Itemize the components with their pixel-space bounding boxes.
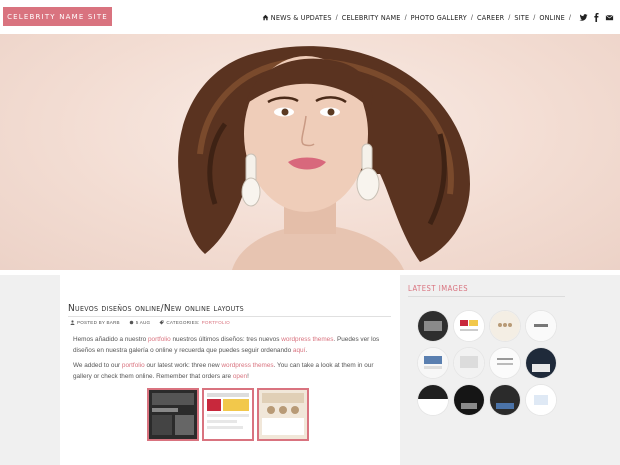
category-link[interactable]: PORTFOLIO — [202, 320, 230, 325]
categories-label: CATEGORIES: — [166, 320, 200, 325]
nav-separator: / — [404, 12, 407, 22]
para2-text-2: our latest work: three new — [144, 362, 222, 369]
email-icon[interactable] — [605, 13, 614, 22]
top-navigation-bar: CELEBRITY NAME SITE NEWS & UPDATES / CEL… — [0, 0, 620, 34]
layout-thumbnail-beige[interactable] — [257, 388, 309, 441]
thumb-beige-layout — [490, 311, 520, 341]
para2-text-4: ! — [247, 373, 249, 381]
orders-open-link[interactable]: open — [233, 373, 247, 380]
home-icon — [262, 14, 269, 20]
twitter-icon[interactable] — [579, 13, 588, 22]
para1-text-1: Hemos añadido a nuestro — [73, 336, 148, 343]
para1-text-4: . — [305, 347, 308, 355]
layout-thumbnails — [147, 388, 312, 441]
clock-icon — [129, 320, 134, 325]
site-logo[interactable]: CELEBRITY NAME SITE — [3, 7, 112, 26]
latest-image-thumb[interactable] — [526, 385, 556, 415]
latest-image-thumb[interactable] — [490, 385, 520, 415]
para2-text-1: We added to our — [73, 362, 122, 369]
post-date-text: 5 AUG — [135, 320, 151, 325]
post-date: 5 AUG — [129, 320, 151, 325]
wordpress-themes-link[interactable]: wordpress themes — [281, 336, 333, 343]
layout-thumbnail-red[interactable] — [202, 388, 254, 441]
sidebar-divider — [408, 296, 565, 297]
latest-image-thumb[interactable] — [490, 348, 520, 378]
latest-image-thumb[interactable] — [418, 311, 448, 341]
portfolio-link[interactable]: portfolio — [122, 362, 145, 369]
latest-image-thumb[interactable] — [418, 385, 448, 415]
para1-text-2: nuestros últimos diseños: tres nuevos — [170, 336, 282, 343]
thumbnail-preview-red — [207, 393, 249, 429]
nav-separator: / — [470, 12, 473, 22]
latest-image-thumb[interactable] — [526, 311, 556, 341]
thumb-dark-blue-layout — [490, 385, 520, 415]
nav-celebrity-name[interactable]: CELEBRITY NAME — [342, 13, 401, 22]
nav-site[interactable]: SITE — [514, 13, 529, 22]
thumbnail-preview-dark — [152, 393, 194, 435]
post-categories: CATEGORIES: PORTFOLIO — [159, 320, 230, 325]
title-divider — [68, 316, 391, 317]
wordpress-themes-link[interactable]: wordpress themes — [221, 362, 273, 369]
latest-image-thumb[interactable] — [454, 385, 484, 415]
hero-portrait-illustration — [178, 46, 471, 270]
latest-images-heading: LATEST IMAGES — [408, 284, 469, 293]
post-title[interactable]: Nuevos diseños online/New online layouts — [68, 303, 244, 314]
latest-image-thumb[interactable] — [490, 311, 520, 341]
latest-image-thumb[interactable] — [418, 348, 448, 378]
order-here-link[interactable]: aquí — [293, 347, 305, 354]
blog-post: Nuevos diseños online/New online layouts… — [60, 275, 400, 465]
thumbnail-preview-beige — [262, 393, 304, 435]
post-author-text: POSTED BY BARB — [77, 320, 120, 325]
post-meta: POSTED BY BARB 5 AUG CATEGORIES: PORTFOL… — [70, 320, 239, 325]
tag-icon — [159, 320, 164, 325]
latest-image-thumb[interactable] — [526, 348, 556, 378]
facebook-icon[interactable] — [592, 12, 601, 22]
nav-news-updates[interactable]: NEWS & UPDATES — [262, 13, 332, 22]
sidebar: LATEST IMAGES — [400, 275, 620, 465]
post-paragraph-spanish: Hemos añadido a nuestro portfolio nuestr… — [73, 334, 389, 357]
thumb-grey-layout — [454, 348, 484, 378]
nav-photo-gallery[interactable]: PHOTO GALLERY — [411, 13, 467, 22]
post-author: POSTED BY BARB — [70, 320, 120, 325]
thumb-light-layout — [418, 348, 448, 378]
latest-image-thumb[interactable] — [454, 348, 484, 378]
nav-online[interactable]: ONLINE — [539, 13, 565, 22]
thumb-navy-layout — [526, 348, 556, 378]
thumb-black-layout — [454, 385, 484, 415]
user-icon — [70, 320, 75, 325]
post-paragraph-english: We added to our portfolio our latest wor… — [73, 360, 389, 383]
thumb-dark-layout — [418, 311, 448, 341]
nav-separator: / — [533, 12, 536, 22]
nav-career[interactable]: CAREER — [477, 13, 504, 22]
thumb-white-blue-layout — [526, 385, 556, 415]
nav-label-news: NEWS & UPDATES — [270, 12, 332, 22]
nav-separator: / — [508, 12, 511, 22]
nav-separator: / — [335, 12, 338, 22]
hero-banner-photo — [0, 34, 620, 270]
thumb-minimal-layout — [490, 348, 520, 378]
portfolio-link[interactable]: portfolio — [148, 336, 171, 343]
layout-thumbnail-dark[interactable] — [147, 388, 199, 441]
thumb-white-layout — [526, 311, 556, 341]
thumb-black-header-layout — [418, 385, 448, 415]
thumb-red-layout — [454, 311, 484, 341]
nav-separator: / — [568, 12, 571, 22]
latest-image-thumb[interactable] — [454, 311, 484, 341]
main-nav: NEWS & UPDATES / CELEBRITY NAME / PHOTO … — [262, 11, 614, 23]
